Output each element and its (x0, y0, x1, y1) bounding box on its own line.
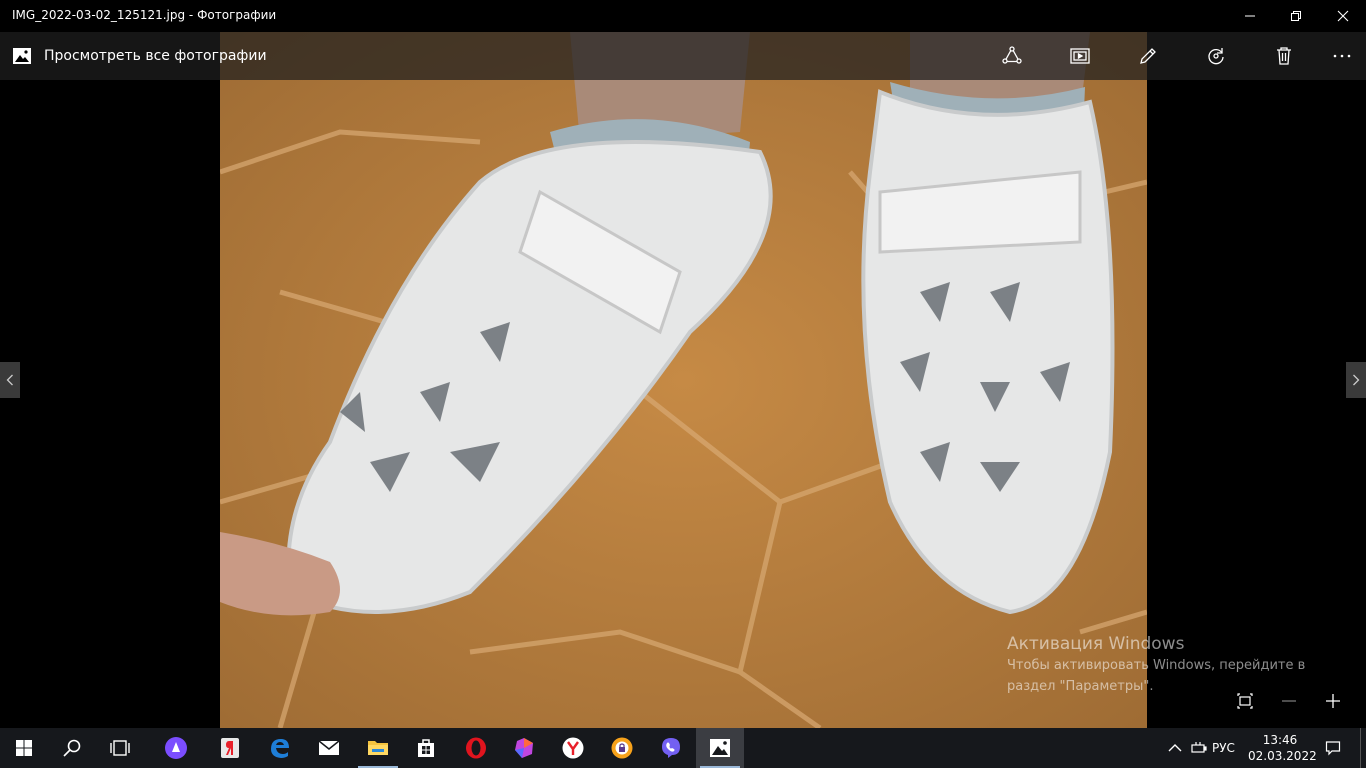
file-explorer-icon (368, 741, 388, 755)
rotate-icon (1208, 48, 1224, 65)
chevron-left-icon (6, 374, 13, 386)
opera-icon (466, 737, 486, 759)
next-photo-button[interactable] (1346, 362, 1366, 398)
battery-icon (1191, 742, 1207, 753)
taskbar-mail[interactable] (305, 728, 353, 768)
zoom-in-button[interactable] (1313, 684, 1353, 718)
alice-assistant-icon (165, 737, 187, 759)
share-icon (1002, 46, 1022, 64)
chevron-right-icon (1353, 374, 1360, 386)
battery-network-button[interactable] (1188, 728, 1210, 768)
share-button[interactable] (988, 32, 1036, 80)
zoom-out-icon (1282, 700, 1296, 702)
edge-icon (271, 739, 289, 758)
fit-to-window-icon (1237, 693, 1253, 709)
delete-icon (1277, 47, 1291, 65)
clock-time: 13:46 (1262, 733, 1298, 747)
task-view-icon (110, 740, 130, 756)
close-icon (1337, 10, 1349, 22)
taskbar-file-explorer[interactable] (354, 728, 402, 768)
zoom-in-icon (1326, 694, 1340, 708)
yandex-icon (562, 737, 584, 759)
store-icon (418, 739, 434, 757)
window-title: IMG_2022-03-02_125121.jpg - Фотографии (12, 8, 277, 22)
shoes-photo (220, 32, 1147, 728)
taskbar-brave[interactable] (598, 728, 646, 768)
action-center-button[interactable] (1318, 728, 1348, 768)
show-hidden-icons-button[interactable] (1166, 728, 1184, 768)
previous-photo-button[interactable] (0, 362, 20, 398)
restore-icon (1291, 11, 1301, 21)
taskbar-viber[interactable] (647, 728, 695, 768)
edit-pencil-icon (1140, 48, 1156, 64)
taskbar-photos[interactable] (696, 728, 744, 768)
mail-icon (318, 740, 340, 755)
chevron-up-icon (1168, 744, 1182, 752)
taskbar-alice[interactable] (152, 728, 200, 768)
photos-app-icon (710, 739, 730, 757)
slideshow-button[interactable] (1056, 32, 1104, 80)
zoom-out-button[interactable] (1269, 684, 1309, 718)
minimize-button[interactable] (1227, 0, 1273, 32)
taskbar-yandex-browser[interactable] (206, 728, 254, 768)
delete-button[interactable] (1260, 32, 1308, 80)
title-bar: IMG_2022-03-02_125121.jpg - Фотографии (0, 0, 1366, 32)
search-icon (63, 739, 81, 757)
task-view-button[interactable] (96, 728, 144, 768)
show-desktop-button[interactable] (1360, 728, 1366, 768)
taskbar: РУС 13:46 02.03.2022 (0, 728, 1366, 768)
photos-app-icon (13, 48, 31, 64)
close-button[interactable] (1320, 0, 1366, 32)
taskbar-polygon-app[interactable] (500, 728, 548, 768)
viber-icon (662, 738, 680, 758)
clock[interactable]: 13:46 02.03.2022 (1248, 732, 1317, 764)
view-all-photos-button[interactable]: Просмотреть все фотографии (0, 32, 267, 80)
more-icon (1333, 54, 1351, 58)
minimize-icon (1245, 15, 1255, 17)
rotate-button[interactable] (1192, 32, 1240, 80)
start-windows-icon (16, 740, 32, 756)
more-button[interactable] (1318, 32, 1366, 80)
activation-line-1: Чтобы активировать Windows, перейдите в (1007, 658, 1306, 673)
view-all-photos-label: Просмотреть все фотографии (44, 48, 267, 64)
taskbar-edge[interactable] (256, 728, 304, 768)
taskbar-opera[interactable] (452, 728, 500, 768)
start-button[interactable] (0, 728, 48, 768)
clock-date: 02.03.2022 (1248, 749, 1317, 763)
edit-button[interactable] (1124, 32, 1172, 80)
input-language[interactable]: РУС (1212, 728, 1235, 768)
yandex-browser-icon (221, 738, 239, 758)
taskbar-search-button[interactable] (48, 728, 96, 768)
slideshow-icon (1070, 48, 1090, 64)
polygon-app-icon (515, 738, 533, 758)
taskbar-yandex[interactable] (549, 728, 597, 768)
taskbar-store[interactable] (402, 728, 450, 768)
command-bar: Просмотреть все фотографии (0, 32, 1366, 80)
photos-window: IMG_2022-03-02_125121.jpg - Фотографии П… (0, 0, 1366, 728)
brave-lock-icon (611, 737, 633, 759)
fit-to-window-button[interactable] (1225, 684, 1265, 718)
photo-viewer-image[interactable] (220, 32, 1147, 728)
notifications-icon (1325, 741, 1341, 756)
activation-title: Активация Windows (1007, 634, 1185, 654)
restore-button[interactable] (1273, 0, 1319, 32)
